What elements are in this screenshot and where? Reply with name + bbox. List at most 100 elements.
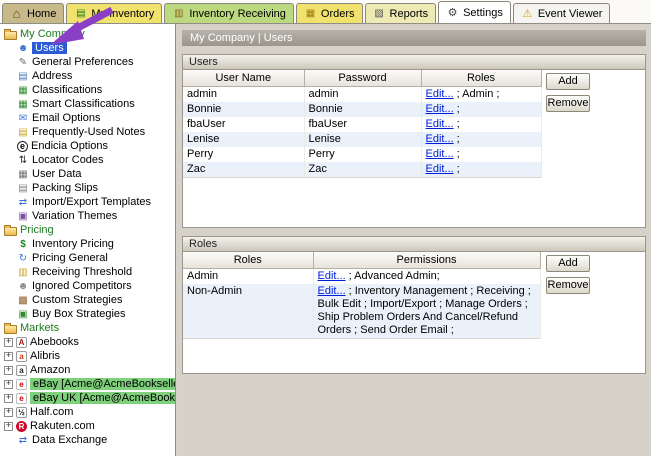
sidebar-item-label: Classifications [32, 84, 103, 96]
reports-icon [373, 7, 386, 20]
sidebar-item-receiving-threshold[interactable]: Receiving Threshold [0, 265, 175, 279]
tab-label: Settings [463, 6, 503, 19]
expand-plus-icon[interactable] [4, 379, 13, 389]
roles-cell: Edit...; [421, 131, 542, 147]
sidebar-item-classifications[interactable]: Classifications [0, 83, 175, 97]
user-data-icon [17, 168, 29, 180]
sidebar-item-label: Inventory Pricing [32, 238, 114, 250]
column-roles[interactable]: Roles [183, 252, 314, 269]
tab-orders[interactable]: Orders [295, 3, 363, 23]
edit-link[interactable]: Edit... [318, 285, 346, 297]
user-row-fbauser[interactable]: fbaUser fbaUser Edit...; [183, 116, 542, 132]
user-row-admin[interactable]: admin admin Edit...; Admin ; [183, 86, 542, 102]
sidebar-item-data-exchange[interactable]: Data Exchange [0, 433, 175, 447]
roles-add-button[interactable]: Add [546, 255, 590, 272]
edit-link[interactable]: Edit... [426, 148, 454, 160]
sidebar-item-ebay-uk[interactable]: eBay UK [Acme@AcmeBookse [0, 391, 175, 405]
sidebar-item-label: Data Exchange [32, 434, 108, 446]
sidebar-item-abebooks[interactable]: Abebooks [0, 335, 175, 349]
sidebar-item-rakuten[interactable]: Rakuten.com [0, 419, 175, 433]
sidebar-item-label: eBay [Acme@AcmeBookseller [30, 378, 175, 390]
user-row-perry[interactable]: Perry Perry Edit...; [183, 146, 542, 162]
expand-plus-icon[interactable] [4, 393, 13, 403]
sidebar-item-buy-box-strategies[interactable]: Buy Box Strategies [0, 307, 175, 321]
users-remove-button[interactable]: Remove [546, 95, 590, 112]
sidebar-item-custom-strategies[interactable]: Custom Strategies [0, 293, 175, 307]
tab-reports[interactable]: Reports [364, 3, 437, 23]
sidebar-item-label: Buy Box Strategies [32, 308, 126, 320]
sidebar-item-pricing-general[interactable]: Pricing General [0, 251, 175, 265]
sidebar-item-label: Receiving Threshold [32, 266, 133, 278]
folder-icon [4, 224, 17, 236]
tab-settings[interactable]: Settings [438, 1, 511, 23]
tab-event-viewer[interactable]: Event Viewer [512, 3, 611, 23]
user-name-cell: fbaUser [183, 116, 305, 132]
home-icon [10, 7, 23, 20]
sidebar-item-alibris[interactable]: Alibris [0, 349, 175, 363]
sidebar-item-packing-slips[interactable]: Packing Slips [0, 181, 175, 195]
sidebar-item-address[interactable]: Address [0, 69, 175, 83]
sidebar-section-my-company[interactable]: My Company [0, 27, 175, 41]
roles-remove-button[interactable]: Remove [546, 277, 590, 294]
ebay-icon [16, 378, 27, 390]
sidebar-item-user-data[interactable]: User Data [0, 167, 175, 181]
column-roles[interactable]: Roles [421, 70, 542, 87]
sidebar-item-locator-codes[interactable]: Locator Codes [0, 153, 175, 167]
expand-plus-icon[interactable] [4, 421, 13, 431]
edit-link[interactable]: Edit... [426, 118, 454, 130]
sidebar-item-import-export-templates[interactable]: Import/Export Templates [0, 195, 175, 209]
column-user-name[interactable]: User Name [183, 70, 305, 87]
users-panel-body: User Name Password Roles admin admin Edi… [182, 70, 646, 228]
expand-plus-icon[interactable] [4, 337, 13, 347]
tab-my-inventory[interactable]: My Inventory [66, 3, 163, 23]
edit-link[interactable]: Edit... [426, 133, 454, 145]
edit-link[interactable]: Edit... [426, 88, 454, 100]
tab-bar: Home My Inventory Inventory Receiving Or… [0, 0, 651, 24]
endicia-icon [17, 140, 28, 152]
sidebar-item-ebay[interactable]: eBay [Acme@AcmeBookseller [0, 377, 175, 391]
users-add-button[interactable]: Add [546, 73, 590, 90]
column-password[interactable]: Password [304, 70, 422, 87]
sidebar-item-general-preferences[interactable]: General Preferences [0, 55, 175, 69]
role-row-non-admin[interactable]: Non-Admin Edit...; Inventory Management … [183, 283, 541, 338]
sidebar-item-half-com[interactable]: Half.com [0, 405, 175, 419]
section-label: My Company [20, 28, 85, 40]
expand-plus-icon[interactable] [4, 351, 13, 361]
sidebar-item-frequently-used-notes[interactable]: Frequently-Used Notes [0, 125, 175, 139]
sidebar-item-email-options[interactable]: Email Options [0, 111, 175, 125]
sidebar-item-endicia-options[interactable]: Endicia Options [0, 139, 175, 153]
sidebar-item-amazon[interactable]: Amazon [0, 363, 175, 377]
edit-link[interactable]: Edit... [426, 103, 454, 115]
user-row-zac[interactable]: Zac Zac Edit...; [183, 161, 542, 177]
expand-plus-icon[interactable] [4, 365, 13, 375]
users-table: User Name Password Roles admin admin Edi… [183, 70, 542, 178]
sidebar-section-markets[interactable]: Markets [0, 321, 175, 335]
tab-inventory-receiving[interactable]: Inventory Receiving [164, 3, 294, 23]
tab-home[interactable]: Home [2, 3, 65, 23]
edit-link[interactable]: Edit... [426, 163, 454, 175]
email-icon [17, 112, 29, 124]
sidebar-item-label: Packing Slips [32, 182, 99, 194]
column-permissions[interactable]: Permissions [313, 252, 541, 269]
sidebar-item-ignored-competitors[interactable]: Ignored Competitors [0, 279, 175, 293]
preferences-icon [17, 56, 29, 68]
edit-link[interactable]: Edit... [318, 270, 346, 282]
abebooks-icon [16, 336, 27, 348]
role-row-admin[interactable]: Admin Edit...; Advanced Admin; [183, 268, 541, 284]
password-cell: fbaUser [304, 116, 422, 132]
sidebar-item-inventory-pricing[interactable]: Inventory Pricing [0, 237, 175, 251]
sidebar-item-smart-classifications[interactable]: Smart Classifications [0, 97, 175, 111]
sidebar-item-users[interactable]: Users [0, 41, 175, 55]
expand-plus-icon[interactable] [4, 407, 13, 417]
dollar-icon [17, 238, 29, 250]
address-card-icon [17, 70, 29, 82]
user-row-lenise[interactable]: Lenise Lenise Edit...; [183, 131, 542, 147]
sidebar-item-label: eBay UK [Acme@AcmeBookse [30, 392, 175, 404]
users-table-header: User Name Password Roles [183, 70, 542, 87]
user-name-cell: Bonnie [183, 101, 305, 117]
user-row-bonnie[interactable]: Bonnie Bonnie Edit...; [183, 101, 542, 117]
roles-panel-body: Roles Permissions Admin Edit...; Advance… [182, 252, 646, 374]
sidebar-section-pricing[interactable]: Pricing [0, 223, 175, 237]
user-name-cell: Perry [183, 146, 305, 162]
sidebar-item-variation-themes[interactable]: Variation Themes [0, 209, 175, 223]
